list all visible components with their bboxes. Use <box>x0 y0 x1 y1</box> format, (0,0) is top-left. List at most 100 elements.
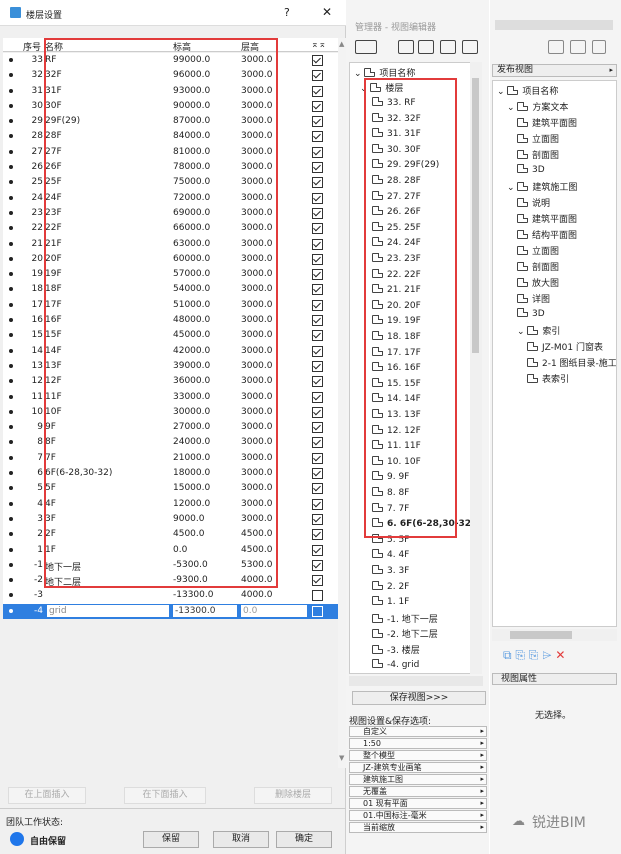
show-checkbox[interactable] <box>312 513 323 525</box>
publisher-tree-item[interactable]: 2-1 图纸目录-施工图 <box>527 356 616 369</box>
view-properties-header[interactable]: 视图属性 <box>492 673 617 685</box>
show-checkbox[interactable] <box>312 330 323 342</box>
story-view-item[interactable]: 1. 1F <box>372 596 409 607</box>
show-checkbox[interactable] <box>312 468 323 480</box>
show-checkbox[interactable] <box>312 575 323 587</box>
publisher-set-icon[interactable] <box>592 40 606 54</box>
show-checkbox[interactable] <box>312 100 323 112</box>
story-row[interactable]: -3 -13300.0 4000.0 <box>3 588 339 604</box>
show-checkbox[interactable] <box>312 146 323 158</box>
publisher-tree-item[interactable]: 立面图 <box>517 132 559 145</box>
table-scrollbar[interactable]: ▲ ▼ <box>338 38 346 768</box>
close-button[interactable]: ✕ <box>322 5 332 19</box>
publisher-tree-item[interactable]: 建筑平面图 <box>517 212 577 225</box>
publisher-hscrollbar[interactable] <box>492 629 617 641</box>
publisher-tree-item[interactable]: 建筑平面图 <box>517 116 577 129</box>
story-view-item[interactable]: 2. 2F <box>372 580 409 592</box>
cancel-button[interactable]: 取消 <box>213 831 269 848</box>
publisher-tree-item[interactable]: 剖面图 <box>517 260 559 273</box>
story-view-item[interactable]: 3. 3F <box>372 565 409 576</box>
navigator-menu-icon[interactable] <box>355 40 377 54</box>
col-index[interactable]: 序号 <box>23 40 41 53</box>
delete-story-button[interactable]: 删除楼层 <box>254 787 332 804</box>
publisher-tree-item[interactable]: 说明 <box>517 196 550 209</box>
publisher-icon[interactable] <box>462 40 478 54</box>
publisher-map-icon[interactable] <box>548 40 564 54</box>
col-show[interactable]: ⌅⌅ <box>311 40 326 50</box>
show-checkbox[interactable] <box>312 437 323 449</box>
help-button[interactable]: ? <box>284 6 290 19</box>
publisher-tree-item[interactable]: 3D <box>517 308 545 319</box>
save-view-button[interactable]: 保存视图>>> <box>352 691 486 705</box>
show-checkbox[interactable] <box>312 192 323 204</box>
show-checkbox[interactable] <box>312 391 323 403</box>
show-checkbox[interactable] <box>312 238 323 250</box>
view-option-dropdown[interactable]: 1:50 <box>349 738 487 749</box>
view-option-dropdown[interactable]: 自定义 <box>349 726 487 737</box>
view-option-dropdown[interactable]: 整个模型 <box>349 750 487 761</box>
show-checkbox[interactable] <box>312 55 323 66</box>
show-checkbox[interactable] <box>312 116 323 128</box>
story-row[interactable]: -4 grid -13300.0 0.0 <box>3 603 339 619</box>
publisher-search[interactable] <box>495 20 613 30</box>
publisher-tree-item[interactable]: ⌄ 项目名称 <box>497 84 558 97</box>
show-checkbox[interactable] <box>312 269 323 281</box>
show-checkbox[interactable] <box>312 315 323 327</box>
publisher-tree[interactable]: ⌄ 项目名称 ⌄ 方案文本 建筑平面图 立面图 剖面图 3D ⌄ 建筑施工图 说明 建筑平面图结… <box>492 80 617 627</box>
insert-above-button[interactable]: 在上面插入 <box>8 787 86 804</box>
view-option-dropdown[interactable]: JZ-建筑专业画笔 <box>349 762 487 773</box>
view-option-dropdown[interactable]: 01 现有平面 <box>349 798 487 809</box>
ok-button[interactable]: 确定 <box>276 831 332 848</box>
publisher-tree-item[interactable]: 详图 <box>517 292 550 305</box>
publisher-scroll-thumb[interactable] <box>510 631 572 639</box>
story-height[interactable]: 4000.0 <box>241 590 273 600</box>
insert-below-button[interactable]: 在下面插入 <box>124 787 206 804</box>
show-checkbox[interactable] <box>312 284 323 296</box>
publisher-tree-item[interactable]: 立面图 <box>517 244 559 257</box>
show-checkbox[interactable] <box>312 590 323 602</box>
publisher-layout-icon[interactable] <box>570 40 586 54</box>
view-option-dropdown[interactable]: 无覆盖 <box>349 786 487 797</box>
show-checkbox[interactable] <box>312 131 323 143</box>
show-checkbox[interactable] <box>312 452 323 464</box>
publisher-tree-item[interactable]: ⌄ 方案文本 <box>507 100 568 113</box>
story-view-item[interactable]: -4. grid <box>372 658 419 670</box>
publisher-tree-item[interactable]: 表索引 <box>527 372 569 385</box>
story-view-item[interactable]: 4. 4F <box>372 549 409 560</box>
show-checkbox[interactable] <box>312 85 323 97</box>
layout-book-icon[interactable] <box>440 40 456 54</box>
story-height[interactable]: 0.0 <box>241 604 307 617</box>
show-checkbox[interactable] <box>312 406 323 418</box>
story-view-item[interactable]: -2. 地下二层 <box>372 627 438 640</box>
story-elevation[interactable]: -13300.0 <box>173 590 213 600</box>
show-checkbox[interactable] <box>312 422 323 434</box>
project-map-icon[interactable] <box>398 40 414 54</box>
publisher-tree-item[interactable]: 放大图 <box>517 276 559 289</box>
navigator-scrollbar[interactable] <box>470 62 482 674</box>
publisher-tree-item[interactable]: JZ-M01 门窗表 <box>527 340 603 353</box>
show-checkbox[interactable] <box>312 70 323 82</box>
show-checkbox[interactable] <box>312 299 323 311</box>
show-checkbox[interactable] <box>312 529 323 541</box>
publisher-tree-item[interactable]: 结构平面图 <box>517 228 577 241</box>
view-map-icon[interactable] <box>418 40 434 54</box>
story-name[interactable]: grid <box>47 604 169 617</box>
publisher-tree-item[interactable]: 3D <box>517 164 545 175</box>
delete-icon[interactable]: ✕ <box>555 648 565 662</box>
publisher-tree-item[interactable]: ⌄ 索引 <box>517 324 560 337</box>
publisher-tool-icons[interactable]: ⧉ ⎘ ⎘ ⌲ ✕ <box>503 648 565 663</box>
show-checkbox[interactable] <box>312 207 323 219</box>
story-elevation[interactable]: -13300.0 <box>173 604 237 617</box>
show-checkbox[interactable] <box>312 483 323 495</box>
story-view-item[interactable]: -1. 地下一层 <box>372 612 438 625</box>
view-option-dropdown[interactable]: 当前缩放 <box>349 822 487 833</box>
show-checkbox[interactable] <box>312 223 323 235</box>
show-checkbox[interactable] <box>312 559 323 571</box>
show-checkbox[interactable] <box>312 345 323 357</box>
show-checkbox[interactable] <box>312 605 323 617</box>
publisher-tree-item[interactable]: ⌄ 建筑施工图 <box>507 180 577 193</box>
show-checkbox[interactable] <box>312 498 323 510</box>
navigator-hscrollbar[interactable] <box>349 676 483 686</box>
show-checkbox[interactable] <box>312 544 323 556</box>
story-view-item[interactable]: -3. 楼层 <box>372 643 420 656</box>
